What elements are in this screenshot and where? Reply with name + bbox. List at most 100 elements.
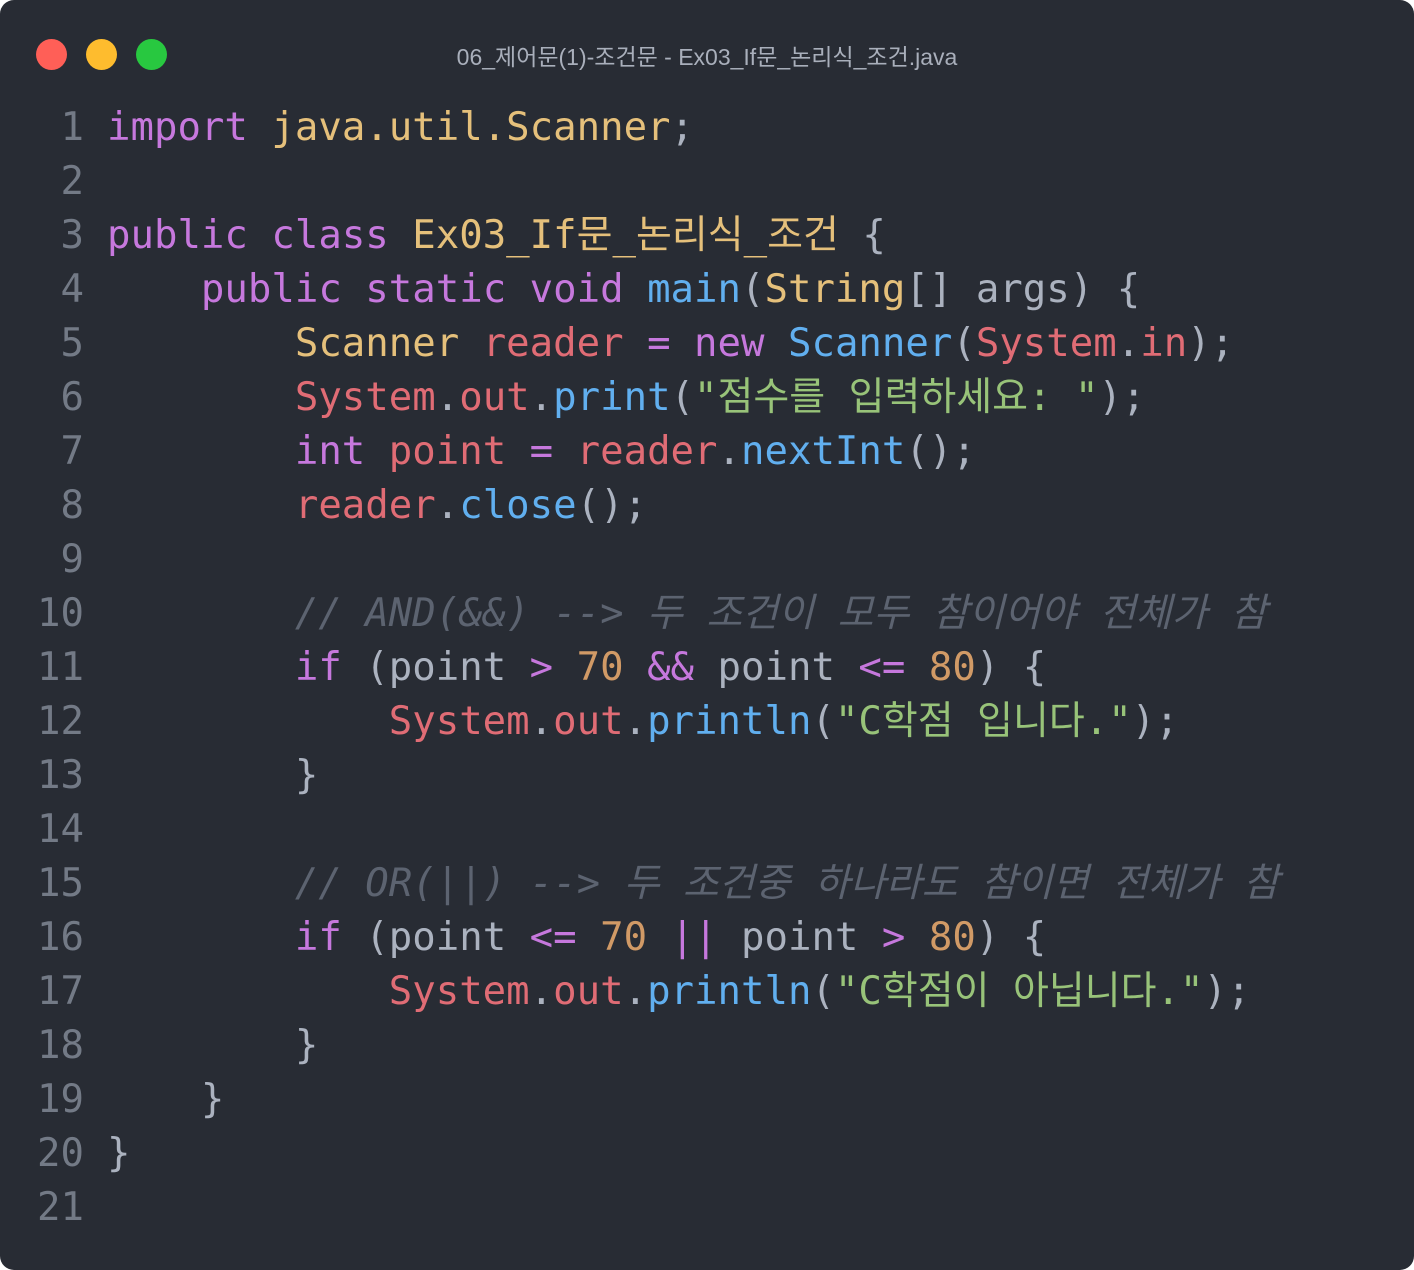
- code-token: static: [365, 267, 507, 312]
- line-number: 18: [37, 1023, 84, 1068]
- code-token: out: [553, 699, 624, 744]
- code-line: 2: [0, 155, 1414, 209]
- line-number: 20: [37, 1131, 84, 1176]
- code-token: .: [435, 375, 460, 420]
- line-source: public class Ex03_If문_논리식_조건 {: [107, 209, 886, 263]
- line-number: 19: [37, 1077, 84, 1122]
- code-line: 8 reader.close();: [0, 479, 1414, 533]
- code-line: 19 }: [0, 1073, 1414, 1127]
- line-number: 2: [60, 159, 84, 204]
- code-token: .: [1116, 321, 1141, 366]
- code-token: .: [623, 699, 648, 744]
- line-number: 5: [60, 321, 84, 366]
- code-token: [] args) {: [905, 267, 1141, 312]
- code-token: public: [200, 267, 342, 312]
- code-token: );: [1098, 375, 1146, 420]
- code-token: ) {: [975, 915, 1047, 960]
- line-number: 8: [60, 483, 84, 528]
- code-token: <=: [858, 645, 906, 690]
- code-token: .: [529, 969, 554, 1014]
- line-number: 7: [60, 429, 84, 474]
- code-token: System: [388, 969, 530, 1014]
- code-token: =: [647, 321, 671, 366]
- window-title: 06_제어문(1)-조건문 - Ex03_If문_논리식_조건.java: [456, 44, 958, 70]
- code-token: java.util.Scanner: [271, 105, 671, 150]
- line-number: 10: [37, 591, 84, 636]
- code-line: 10 // AND(&&) --> 두 조건이 모두 참이어야 전체가 참: [0, 587, 1414, 641]
- code-line: 13 }: [0, 749, 1414, 803]
- code-editor: 1 import java.util.Scanner; 2 3 public class…: [0, 101, 1414, 1235]
- code-token: 70: [600, 915, 648, 960]
- code-token: );: [1131, 699, 1179, 744]
- code-line: 18 }: [0, 1019, 1414, 1073]
- code-token: (: [811, 969, 835, 1014]
- code-token: .: [529, 699, 554, 744]
- code-token: close: [459, 483, 577, 528]
- line-source: }: [107, 1019, 319, 1073]
- code-line: 20}: [0, 1127, 1414, 1181]
- code-token: class: [271, 213, 389, 258]
- code-token: reader: [294, 483, 436, 528]
- code-line: 9: [0, 533, 1414, 587]
- line-number: 14: [37, 807, 84, 852]
- code-token: println: [647, 969, 812, 1014]
- code-line: 7 int point = reader.nextInt();: [0, 425, 1414, 479]
- code-token: .: [623, 969, 648, 1014]
- code-token: public: [107, 213, 248, 258]
- line-source: Scanner reader = new Scanner(System.in);: [107, 317, 1234, 371]
- code-token: >: [529, 645, 554, 690]
- code-token: <=: [529, 915, 577, 960]
- code-line: 5 Scanner reader = new Scanner(System.in…: [0, 317, 1414, 371]
- code-token: (: [952, 321, 976, 366]
- line-source: }: [107, 749, 319, 803]
- code-token: =: [529, 429, 554, 474]
- line-number: 4: [60, 267, 84, 312]
- code-token: (point: [341, 645, 530, 690]
- code-token: 80: [928, 645, 976, 690]
- line-source: System.out.println("C학점이 아닙니다.");: [107, 965, 1251, 1019]
- line-number: 13: [37, 753, 84, 798]
- line-number: 1: [60, 105, 84, 150]
- line-source: System.out.println("C학점 입니다.");: [107, 695, 1179, 749]
- code-token: if: [294, 645, 342, 690]
- code-token: "C학점 입니다.": [834, 699, 1132, 744]
- code-token: nextInt: [741, 429, 906, 474]
- code-token: ) {: [975, 645, 1047, 690]
- code-token: point: [694, 645, 859, 690]
- code-token: String: [764, 267, 906, 312]
- title-bar: 06_제어문(1)-조건문 - Ex03_If문_논리식_조건.java: [0, 0, 1414, 108]
- code-line: 17 System.out.println("C학점이 아닙니다.");: [0, 965, 1414, 1019]
- line-source: }: [107, 1073, 225, 1127]
- code-token: println: [647, 699, 812, 744]
- code-token: point: [717, 915, 882, 960]
- code-token: int: [294, 429, 366, 474]
- code-token: out: [553, 969, 624, 1014]
- code-token: import: [107, 105, 248, 150]
- code-token: ;: [670, 105, 695, 150]
- code-line: 12 System.out.println("C학점 입니다.");: [0, 695, 1414, 749]
- code-token: point: [388, 429, 507, 474]
- code-token: ();: [576, 483, 648, 528]
- code-token: >: [881, 915, 906, 960]
